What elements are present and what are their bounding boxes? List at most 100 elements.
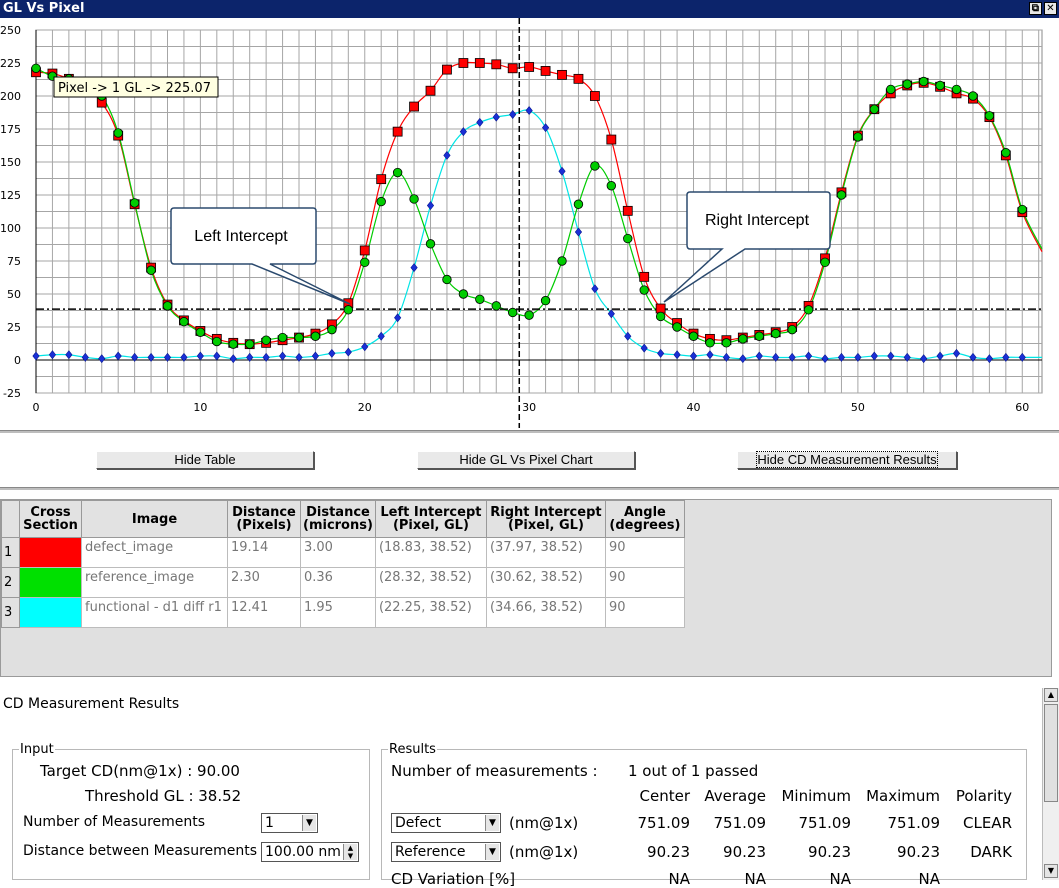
- spin-arrows-icon[interactable]: ▲ ▼: [343, 844, 357, 860]
- data-point: [409, 101, 419, 112]
- cell-dist-um[interactable]: 3.00: [300, 537, 376, 568]
- cell-image[interactable]: reference_image: [81, 567, 228, 598]
- cross-section-color-swatch[interactable]: [19, 567, 82, 598]
- cd-variation-minimum: NA: [829, 870, 851, 888]
- x-tick-label: 60: [1015, 401, 1029, 414]
- data-point: [129, 198, 140, 208]
- data-point: [787, 324, 797, 335]
- header-image[interactable]: Image: [81, 500, 228, 538]
- y-tick-label: 0: [14, 354, 21, 367]
- header-left-intercept[interactable]: Left Intercept (Pixel, GL): [374, 500, 487, 538]
- num-measurements-select[interactable]: 1 ▼: [261, 813, 318, 833]
- data-point: [655, 303, 666, 314]
- data-point: [918, 76, 929, 87]
- header-angle[interactable]: Angle (degrees): [604, 500, 685, 538]
- data-point: [146, 265, 156, 275]
- table-row[interactable]: 3 functional - d1 diff r1 12.41 1.95 (22.25,…: [1, 597, 685, 628]
- cell-dist-um[interactable]: 1.95: [300, 597, 376, 628]
- scroll-down-icon[interactable]: ▼: [1044, 864, 1058, 878]
- data-point: [310, 331, 321, 341]
- buttons-divider[interactable]: [0, 487, 1059, 490]
- data-point: [261, 335, 271, 345]
- hide-chart-button[interactable]: Hide GL Vs Pixel Chart: [417, 451, 635, 469]
- cell-dist-px[interactable]: 12.41: [227, 597, 301, 628]
- data-point: [672, 322, 682, 332]
- chevron-down-icon[interactable]: ▼: [485, 844, 499, 860]
- data-point: [294, 332, 304, 343]
- cell-left[interactable]: (22.25, 38.52): [374, 597, 487, 628]
- cd-results-title: CD Measurement Results: [3, 696, 180, 712]
- cd-measurement-results-panel: CD Measurement Results Input Target CD(n…: [0, 688, 1040, 888]
- data-point: [803, 305, 814, 315]
- scroll-thumb[interactable]: [1044, 704, 1058, 802]
- data-point: [491, 59, 502, 70]
- cell-angle[interactable]: 90: [604, 537, 685, 568]
- data-point: [754, 331, 764, 341]
- row-number[interactable]: 3: [1, 597, 20, 628]
- cell-image[interactable]: functional - d1 diff r1: [81, 597, 228, 628]
- x-tick-label: 40: [687, 401, 701, 414]
- cell-dist-um[interactable]: 0.36: [300, 567, 376, 598]
- chevron-down-icon[interactable]: ▼: [302, 815, 316, 831]
- y-tick-label: 125: [0, 189, 21, 202]
- data-point: [622, 205, 633, 216]
- cell-image[interactable]: defect_image: [81, 537, 228, 568]
- hide-table-button[interactable]: Hide Table: [96, 451, 314, 469]
- table-row[interactable]: 2 reference_image 2.30 0.36 (28.32, 38.52) (3…: [1, 567, 685, 598]
- chart-divider[interactable]: [0, 430, 1059, 433]
- unit-label: (nm@1x): [509, 814, 579, 832]
- cell-right[interactable]: (37.97, 38.52): [485, 537, 606, 568]
- data-point: [360, 257, 370, 268]
- data-point: [212, 336, 222, 347]
- data-point: [738, 334, 748, 344]
- gl-vs-pixel-chart[interactable]: 2502252001751501251007550250-25 0 10 20 30 4…: [0, 18, 1059, 428]
- cell-angle[interactable]: 90: [604, 567, 685, 598]
- reference-select[interactable]: Reference ▼: [391, 842, 501, 862]
- data-point: [179, 317, 189, 327]
- data-point: [557, 256, 567, 266]
- table-header-row: Cross Section Image Distance (Pixels) Distanc…: [1, 500, 685, 538]
- header-distance-pixels[interactable]: Distance (Pixels): [227, 500, 301, 538]
- table-body: 1 defect_image 19.14 3.00 (18.83, 38.52) (37.…: [1, 537, 685, 628]
- col-header-maximum: Maximum: [866, 787, 940, 805]
- scroll-up-icon[interactable]: ▲: [1044, 688, 1058, 702]
- cell-left[interactable]: (18.83, 38.52): [374, 537, 487, 568]
- data-point: [721, 338, 732, 348]
- cell-right[interactable]: (30.62, 38.52): [485, 567, 606, 598]
- cd-results-scrollbar[interactable]: ▲ ▼: [1042, 688, 1059, 880]
- cell-dist-px[interactable]: 2.30: [227, 567, 301, 598]
- cell-right[interactable]: (34.66, 38.52): [485, 597, 606, 628]
- x-tick-label: 30: [522, 401, 536, 414]
- header-distance-microns[interactable]: Distance (microns): [300, 500, 376, 538]
- input-legend: Input: [20, 742, 54, 757]
- y-tick-label: 25: [7, 321, 21, 334]
- data-point: [968, 91, 978, 101]
- close-icon[interactable]: ✕: [1044, 2, 1057, 15]
- row-number[interactable]: 2: [1, 567, 20, 598]
- distance-between-label: Distance between Measurements: [23, 843, 258, 859]
- cell-left[interactable]: (28.32, 38.52): [374, 567, 487, 598]
- chevron-down-icon[interactable]: ▼: [485, 815, 499, 831]
- reference-maximum: 90.23: [897, 843, 940, 861]
- data-point: [425, 239, 436, 249]
- data-point: [606, 181, 617, 191]
- header-right-intercept[interactable]: Right Intercept (Pixel, GL): [485, 500, 606, 538]
- distance-between-spinbox[interactable]: 100.00 nm ▲ ▼: [261, 842, 359, 862]
- reference-average: 90.23: [723, 843, 766, 861]
- col-header-center: Center: [639, 787, 691, 805]
- defect-select[interactable]: Defect ▼: [391, 813, 501, 833]
- cross-section-color-swatch[interactable]: [19, 597, 82, 628]
- y-tick-label: -25: [3, 387, 21, 400]
- data-point: [590, 161, 600, 171]
- row-number[interactable]: 1: [1, 537, 20, 568]
- hide-cd-results-button[interactable]: Hide CD Measurement Results: [737, 451, 957, 469]
- cross-section-table-panel: Cross Section Image Distance (Pixels) Distanc…: [0, 499, 1052, 677]
- table-row[interactable]: 1 defect_image 19.14 3.00 (18.83, 38.52) (37.…: [1, 537, 685, 568]
- cross-section-color-swatch[interactable]: [19, 537, 82, 568]
- data-point: [392, 126, 403, 137]
- header-cross-section[interactable]: Cross Section: [19, 500, 82, 538]
- cell-angle[interactable]: 90: [604, 597, 685, 628]
- data-point: [902, 79, 912, 89]
- cell-dist-px[interactable]: 19.14: [227, 537, 301, 568]
- restore-icon[interactable]: ⧉: [1029, 2, 1042, 15]
